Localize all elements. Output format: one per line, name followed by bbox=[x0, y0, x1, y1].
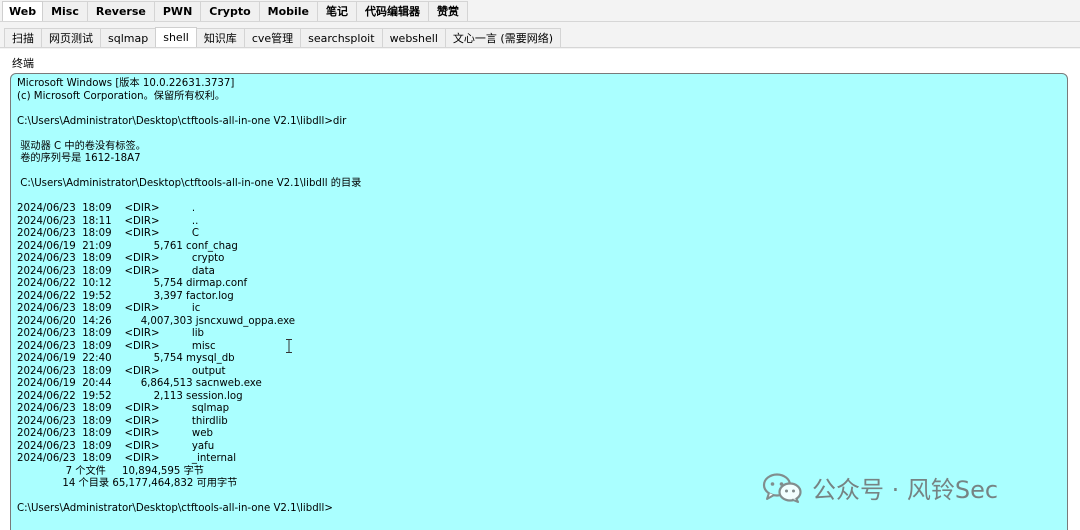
top-tab-bar: Web Misc Reverse PWN Crypto Mobile 笔记 代码… bbox=[0, 0, 1080, 22]
terminal-label: 终端 bbox=[12, 57, 34, 70]
tab-donate[interactable]: 赞赏 bbox=[428, 1, 469, 21]
subtab-wenxin-yiyan[interactable]: 文心一言 (需要网络) bbox=[444, 28, 561, 47]
subtab-cve-management[interactable]: cve管理 bbox=[243, 28, 302, 47]
subtab-webshell[interactable]: webshell bbox=[381, 28, 446, 47]
tab-notes[interactable]: 笔记 bbox=[317, 1, 358, 21]
tab-crypto[interactable]: Crypto bbox=[200, 1, 260, 21]
tab-web[interactable]: Web bbox=[2, 1, 44, 21]
tab-pwn[interactable]: PWN bbox=[153, 1, 202, 21]
subtab-web-test[interactable]: 网页测试 bbox=[41, 28, 101, 47]
tab-reverse[interactable]: Reverse bbox=[86, 1, 155, 21]
subtab-shell[interactable]: shell bbox=[155, 27, 197, 47]
shell-panel: 终端 Microsoft Windows [版本 10.0.22631.3737… bbox=[0, 49, 1080, 530]
terminal-output[interactable]: Microsoft Windows [版本 10.0.22631.3737] (… bbox=[10, 73, 1068, 530]
subtab-sqlmap[interactable]: sqlmap bbox=[100, 28, 157, 47]
tab-code-editor[interactable]: 代码编辑器 bbox=[356, 1, 430, 21]
app-window: Web Misc Reverse PWN Crypto Mobile 笔记 代码… bbox=[0, 0, 1080, 530]
terminal-text[interactable]: Microsoft Windows [版本 10.0.22631.3737] (… bbox=[17, 78, 1061, 516]
sub-tab-bar: 扫描 网页测试 sqlmap shell 知识库 cve管理 searchspl… bbox=[0, 27, 1080, 48]
text-cursor-icon bbox=[286, 339, 292, 353]
subtab-searchsploit[interactable]: searchsploit bbox=[300, 28, 383, 47]
subtab-scan[interactable]: 扫描 bbox=[4, 28, 42, 47]
tab-misc[interactable]: Misc bbox=[42, 1, 88, 21]
wechat-icon bbox=[762, 472, 802, 503]
subtab-knowledge-base[interactable]: 知识库 bbox=[195, 28, 245, 47]
tab-mobile[interactable]: Mobile bbox=[258, 1, 319, 21]
watermark: 公众号 · 风铃Sec bbox=[762, 470, 998, 505]
watermark-text: 公众号 · 风铃Sec bbox=[812, 476, 999, 504]
